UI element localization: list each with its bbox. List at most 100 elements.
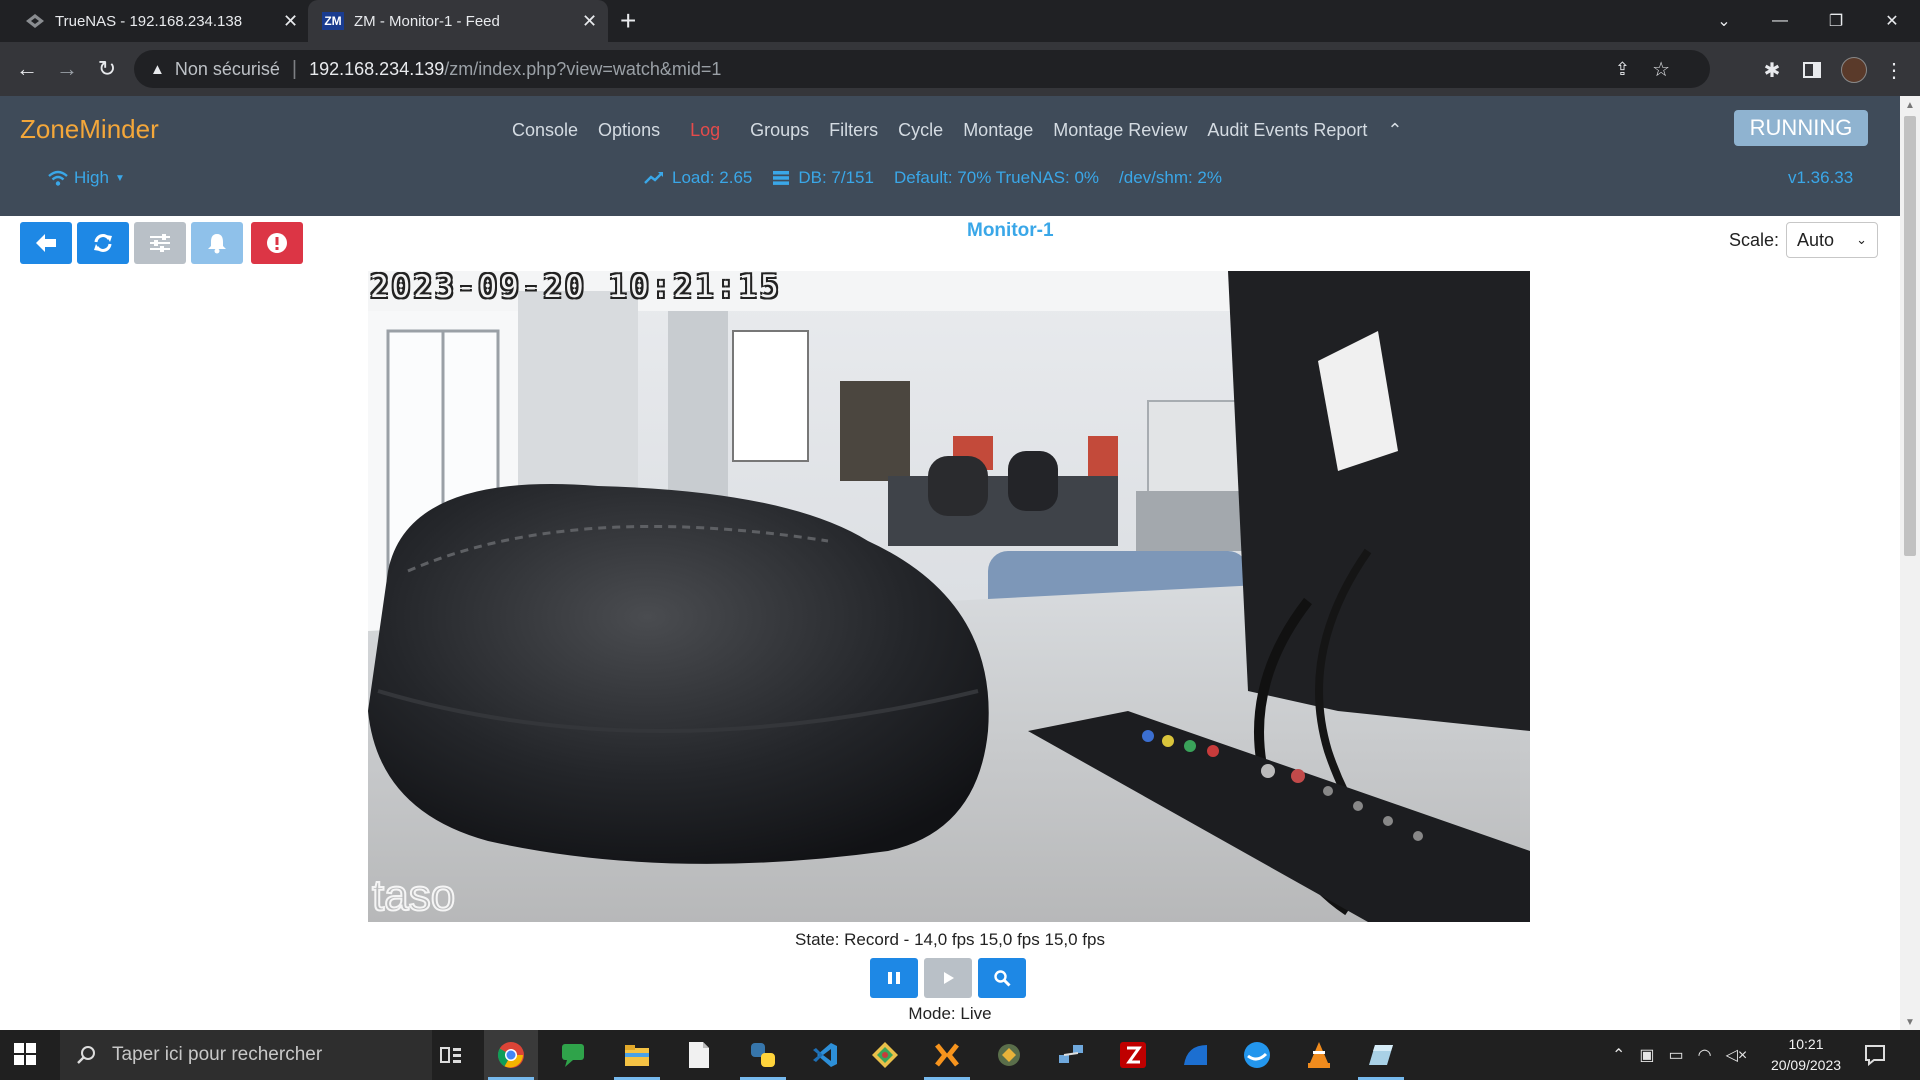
notification-center-icon[interactable] xyxy=(1864,1044,1886,1066)
nav-montage[interactable]: Montage xyxy=(963,120,1033,141)
zm-favicon: ZM xyxy=(322,12,344,30)
wifi-tray-icon[interactable]: ◠ xyxy=(1698,1045,1712,1065)
play-button[interactable] xyxy=(924,958,972,998)
db-value[interactable]: DB: 7/151 xyxy=(798,168,874,188)
tab-search-icon[interactable]: ⌄ xyxy=(1696,0,1752,42)
side-panel-icon[interactable] xyxy=(1798,56,1826,84)
file-explorer-taskbar-icon[interactable] xyxy=(610,1030,664,1080)
shm-value[interactable]: /dev/shm: 2% xyxy=(1119,168,1222,188)
start-button[interactable] xyxy=(14,1043,36,1065)
nav-filters[interactable]: Filters xyxy=(829,120,878,141)
taskbar-search[interactable]: Taper ici pour rechercher xyxy=(60,1030,432,1080)
close-window-button[interactable]: ✕ xyxy=(1864,0,1920,42)
url-path[interactable]: /zm/index.php?view=watch&mid=1 xyxy=(444,59,721,80)
camera-scene xyxy=(368,271,1530,922)
close-tab-icon[interactable]: ✕ xyxy=(582,11,597,32)
volume-muted-icon[interactable]: ◁× xyxy=(1726,1045,1748,1065)
nav-montage-review[interactable]: Montage Review xyxy=(1053,120,1187,141)
storage-value[interactable]: Default: 70% TrueNAS: 0% xyxy=(894,168,1099,188)
settings-button[interactable] xyxy=(134,222,186,264)
restore-button[interactable]: ❐ xyxy=(1808,0,1864,42)
chrome-taskbar-icon[interactable] xyxy=(484,1030,538,1080)
nav-log[interactable]: Log xyxy=(690,120,720,141)
monitor-feed-image[interactable]: 2023-09-20 10:21:15 taso xyxy=(368,271,1530,922)
pause-icon xyxy=(888,972,900,984)
scroll-up-icon[interactable]: ▲ xyxy=(1905,100,1915,111)
filezilla-taskbar-icon[interactable] xyxy=(1106,1030,1160,1080)
back-button[interactable]: ← xyxy=(12,54,42,84)
arrow-left-icon xyxy=(36,234,56,252)
python-taskbar-icon[interactable] xyxy=(736,1030,790,1080)
collapse-nav-icon[interactable]: ⌃ xyxy=(1387,120,1402,141)
forward-button[interactable]: → xyxy=(52,54,82,84)
security-label[interactable]: Non sécurisé xyxy=(175,59,280,80)
vlc-taskbar-icon[interactable] xyxy=(1292,1030,1346,1080)
run-state-button[interactable]: RUNNING xyxy=(1734,110,1868,146)
meeting-icon[interactable]: ▣ xyxy=(1639,1045,1654,1065)
monitor-state: State: Record - 14,0 fps 15,0 fps 15,0 f… xyxy=(795,930,1105,949)
edge-taskbar-icon[interactable] xyxy=(1168,1030,1222,1080)
xampp-taskbar-icon[interactable] xyxy=(920,1030,974,1080)
address-bar[interactable]: ▲ Non sécurisé | 192.168.234.139 /zm/ind… xyxy=(134,50,1710,88)
network-taskbar-icon[interactable] xyxy=(1044,1030,1098,1080)
warning-icon[interactable]: ▲ xyxy=(150,61,165,78)
bookmark-star-icon[interactable]: ☆ xyxy=(1652,57,1670,82)
notes-taskbar-icon[interactable] xyxy=(1354,1030,1408,1080)
virtualbox-taskbar-icon[interactable] xyxy=(982,1030,1036,1080)
page-scrollbar[interactable]: ▲ ▼ xyxy=(1900,96,1920,1030)
search-icon xyxy=(76,1045,96,1065)
back-action-button[interactable] xyxy=(20,222,72,264)
minimize-button[interactable]: — xyxy=(1752,0,1808,42)
zm-main-nav: Console Options Log Groups Filters Cycle… xyxy=(512,120,1423,141)
clock-time: 10:21 xyxy=(1788,1036,1824,1052)
bandwidth-dropdown[interactable]: High ▼ xyxy=(48,168,125,188)
share-icon[interactable]: ⇪ xyxy=(1615,59,1630,80)
battery-icon[interactable]: ▭ xyxy=(1669,1045,1684,1065)
pause-button[interactable] xyxy=(870,958,918,998)
zoom-button[interactable] xyxy=(978,958,1026,998)
taskbar-clock[interactable]: 10:21 20/09/2023 xyxy=(1766,1034,1846,1076)
show-hidden-icons[interactable]: ⌃ xyxy=(1612,1045,1625,1065)
system-tray: ⌃ ▣ ▭ ◠ ◁× xyxy=(1612,1030,1747,1080)
browser-menu-icon[interactable]: ⋮ xyxy=(1880,56,1908,84)
url-host[interactable]: 192.168.234.139 xyxy=(309,59,444,80)
nav-audit-events-report[interactable]: Audit Events Report xyxy=(1207,120,1367,141)
extensions-icon[interactable]: ✱ xyxy=(1758,56,1786,84)
monitor-mode: Mode: Live xyxy=(908,1004,992,1023)
load-value[interactable]: Load: 2.65 xyxy=(672,168,752,188)
exclamation-circle-icon xyxy=(267,233,287,253)
git-taskbar-icon[interactable] xyxy=(858,1030,912,1080)
nav-groups[interactable]: Groups xyxy=(750,120,809,141)
close-tab-icon[interactable]: ✕ xyxy=(283,11,298,32)
force-alarm-button[interactable] xyxy=(251,222,303,264)
docker-taskbar-icon[interactable] xyxy=(1230,1030,1284,1080)
tab-zm-monitor[interactable]: ZM ZM - Monitor-1 - Feed ✕ xyxy=(308,0,608,42)
bell-icon xyxy=(208,234,226,254)
stream-controls xyxy=(870,958,1026,998)
vscode-taskbar-icon[interactable] xyxy=(798,1030,852,1080)
nav-options[interactable]: Options xyxy=(598,120,660,141)
scroll-down-icon[interactable]: ▼ xyxy=(1905,1017,1915,1028)
reload-button[interactable]: ↻ xyxy=(92,54,122,84)
alarm-button[interactable] xyxy=(191,222,243,264)
new-tab-button[interactable]: + xyxy=(620,6,636,36)
scrollbar-thumb[interactable] xyxy=(1904,116,1916,556)
scale-select[interactable]: Auto ⌄ xyxy=(1786,222,1878,258)
nav-console[interactable]: Console xyxy=(512,120,578,141)
zm-header: ZoneMinder Console Options Log Groups Fi… xyxy=(0,96,1900,216)
scale-value: Auto xyxy=(1797,229,1835,250)
nav-cycle[interactable]: Cycle xyxy=(898,120,943,141)
profile-avatar[interactable] xyxy=(1840,56,1868,84)
zm-version[interactable]: v1.36.33 xyxy=(1788,168,1853,188)
notepad-taskbar-icon[interactable] xyxy=(672,1030,726,1080)
wifi-icon xyxy=(48,170,68,186)
task-view-icon[interactable] xyxy=(424,1030,478,1080)
windows-taskbar: Taper ici pour rechercher ⌃ ▣ ▭ ◠ ◁× 10:… xyxy=(0,1030,1920,1080)
caret-down-icon: ▼ xyxy=(114,172,125,184)
tab-truenas[interactable]: TrueNAS - 192.168.234.138 ✕ xyxy=(0,0,305,42)
refresh-button[interactable] xyxy=(77,222,129,264)
messaging-taskbar-icon[interactable] xyxy=(546,1030,600,1080)
zm-logo[interactable]: ZoneMinder xyxy=(20,114,159,145)
zoom-icon xyxy=(994,970,1011,987)
monitor-title[interactable]: Monitor-1 xyxy=(967,220,1054,242)
